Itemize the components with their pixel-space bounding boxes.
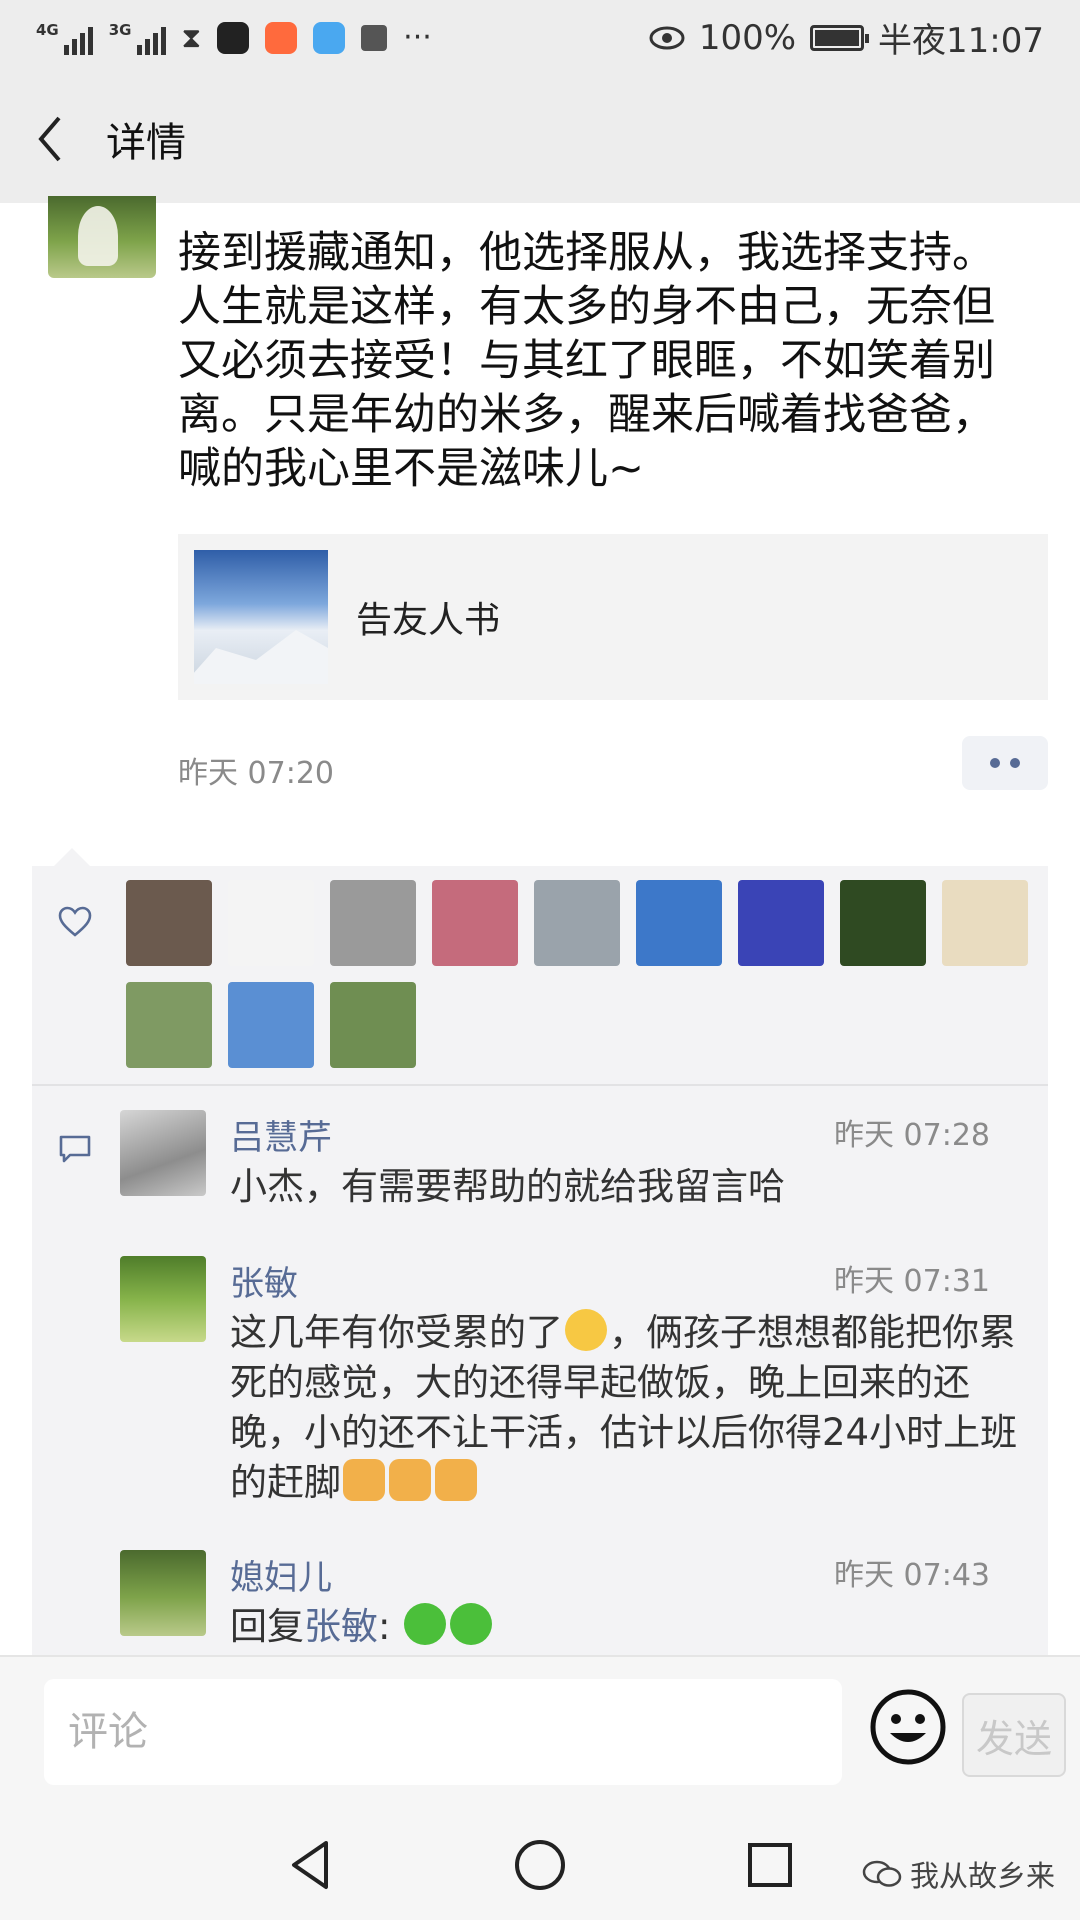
link-thumbnail (194, 550, 328, 684)
comment-time: 昨天 07:28 (834, 1118, 990, 1153)
liker-avatar-red-fish-blue[interactable] (738, 880, 824, 966)
comment-item[interactable]: 张敏 昨天 07:31 这几年有你受累的了 ，俩孩子想想都能把你累死的感觉，大的还… (120, 1256, 1020, 1506)
battery-icon (810, 24, 870, 51)
more-notifications-icon: ··· (403, 20, 432, 55)
comment-input[interactable] (44, 1679, 842, 1785)
liker-avatar-field-road[interactable] (126, 982, 212, 1068)
comment-text: 这几年有你受累的了 ，俩孩子想想都能把你累死的感觉，大的还得早起做饭，晚上回来的还… (230, 1308, 1030, 1508)
home-circle-icon[interactable] (510, 1835, 570, 1895)
commenter-name[interactable]: 吕慧芹 (230, 1110, 332, 1159)
emoji-smile-icon[interactable] (868, 1687, 948, 1767)
thumbs-up-emoji-icon (389, 1459, 431, 1501)
commenter-name[interactable]: 媳妇儿 (230, 1550, 332, 1599)
tiktok-icon (217, 21, 250, 54)
recents-square-icon[interactable] (740, 1835, 800, 1895)
back-button[interactable] (0, 75, 100, 203)
wechat-account-watermark: 我从故乡来 (862, 1853, 1055, 1895)
wechat-logo-icon (862, 1860, 902, 1887)
more-actions-button[interactable] (962, 736, 1048, 790)
commenter-name[interactable]: 张敏 (230, 1256, 298, 1305)
likes-comments-divider (32, 1084, 1048, 1086)
video-app-icon (265, 21, 298, 54)
comment-item[interactable]: 吕慧芹 昨天 07:28 小杰，有需要帮助的就给我留言哈 (120, 1110, 1020, 1210)
commenter-avatar[interactable] (120, 1110, 206, 1196)
comment-input-bar: 发送 (0, 1655, 1080, 1805)
reply-prefix: 回复 (230, 1605, 304, 1648)
chevron-left-icon (38, 116, 61, 162)
green-figure-emoji-icon (450, 1603, 493, 1645)
comment-time: 昨天 07:43 (834, 1558, 990, 1593)
back-triangle-icon[interactable] (280, 1835, 340, 1895)
huawei-icon (361, 24, 388, 51)
eye-comfort-icon (649, 26, 685, 49)
page-title: 详情 (106, 120, 186, 166)
commenter-avatar[interactable] (120, 1256, 206, 1342)
green-figure-emoji-icon (404, 1603, 447, 1645)
likes-section (32, 866, 1048, 1084)
liker-avatar-narcissus-flower[interactable] (840, 880, 926, 966)
post-time: 昨天 07:20 (178, 756, 334, 791)
signal-4g-icon: 4G (36, 21, 93, 55)
cloud-app-icon (313, 21, 346, 54)
status-bar: 4G 3G ⧗ ··· 100% 半夜11:07 (0, 0, 1080, 75)
reply-mention[interactable]: 张敏 (304, 1605, 378, 1648)
heart-icon (58, 906, 92, 937)
comment-text: 回复张敏: (230, 1602, 1030, 1652)
comment-text: 小杰，有需要帮助的就给我留言哈 (230, 1165, 785, 1208)
comment-icon (59, 1135, 91, 1163)
interaction-caret (54, 848, 90, 866)
comment-time: 昨天 07:31 (834, 1264, 990, 1299)
watermark-text: 我从故乡来 (910, 1859, 1056, 1893)
commenter-avatar[interactable] (120, 1550, 206, 1636)
liker-avatar-sunset-pier[interactable] (432, 880, 518, 966)
post-text: 接到援藏通知，他选择服从，我选择支持。人生就是这样，有太多的身不由己，无奈但又必… (178, 228, 995, 494)
liker-avatar-blue-sky-hills[interactable] (636, 880, 722, 966)
liker-avatar-green-field[interactable] (330, 982, 416, 1068)
link-title: 告友人书 (356, 600, 501, 641)
thumbs-up-emoji-icon (435, 1459, 477, 1501)
liker-avatar-sky-trees[interactable] (228, 982, 314, 1068)
battery-percent: 100% (698, 17, 797, 58)
shared-link-card[interactable]: 告友人书 (178, 534, 1048, 700)
network-type-label: 4G (36, 20, 59, 39)
liker-avatar-calligraphy-text[interactable] (228, 880, 314, 966)
liker-avatar-gold-logo[interactable] (942, 880, 1028, 966)
liker-avatar-lake-sunset[interactable] (534, 880, 620, 966)
comment-item[interactable]: 媳妇儿 昨天 07:43 回复张敏: (120, 1550, 1020, 1650)
hourglass-icon: ⧗ (181, 20, 202, 54)
liker-avatar-family-photo[interactable] (126, 880, 212, 966)
liker-avatar-kitten[interactable] (330, 880, 416, 966)
nav-bar: 详情 (0, 75, 1080, 203)
comment-text-part: 这几年有你受累的了 (230, 1311, 563, 1354)
signal-3g-icon: 3G (109, 21, 166, 55)
network-type-label-2: 3G (108, 20, 132, 39)
post-author-avatar[interactable] (48, 196, 156, 278)
liker-avatar-grid (126, 880, 1046, 1068)
clock: 半夜11:07 (878, 21, 1044, 61)
send-button[interactable]: 发送 (962, 1693, 1066, 1777)
reply-suffix: : (378, 1605, 391, 1648)
thumbs-up-emoji-icon (343, 1459, 385, 1501)
tired-face-emoji-icon (565, 1309, 607, 1351)
